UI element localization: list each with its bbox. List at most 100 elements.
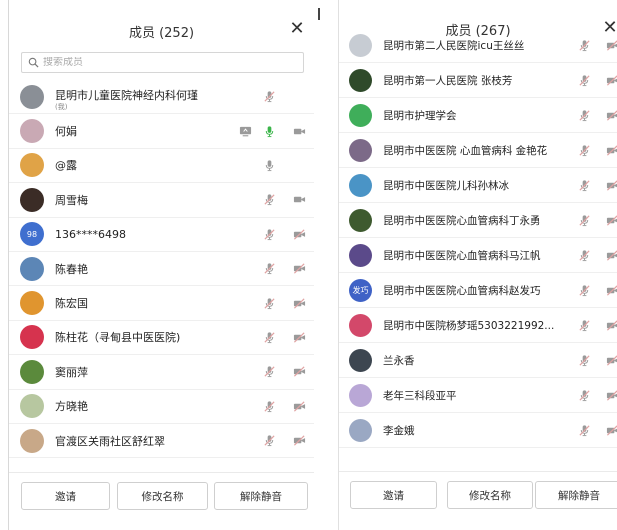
camera-off-icon[interactable] bbox=[292, 399, 306, 413]
mic-muted-icon[interactable] bbox=[262, 330, 276, 344]
member-row[interactable]: 陈柱花（寻甸县中医医院) bbox=[9, 321, 314, 356]
mic-muted-icon[interactable] bbox=[577, 108, 591, 122]
member-row[interactable]: 方晓艳 bbox=[9, 390, 314, 424]
panel-header: 成员 (252) ✕ bbox=[9, 0, 314, 48]
mic-muted-icon[interactable] bbox=[262, 90, 276, 104]
camera-off-icon[interactable] bbox=[292, 330, 306, 344]
member-row[interactable]: 发巧 昆明市中医医院心血管病科赵发巧 bbox=[339, 273, 617, 308]
member-row[interactable]: 陈宏国 bbox=[9, 286, 314, 321]
mic-muted-icon[interactable] bbox=[577, 38, 591, 52]
camera-off-icon[interactable] bbox=[605, 143, 617, 157]
invite-button[interactable]: 邀请 bbox=[350, 481, 437, 509]
camera-off-icon[interactable] bbox=[605, 178, 617, 192]
rename-button[interactable]: 修改名称 bbox=[117, 482, 208, 510]
camera-off-icon[interactable] bbox=[292, 227, 306, 241]
camera-off-icon[interactable] bbox=[292, 262, 306, 276]
mic-muted-icon[interactable] bbox=[577, 423, 591, 437]
avatar bbox=[349, 33, 372, 57]
member-row[interactable]: 陈春艳 bbox=[9, 252, 314, 287]
member-name: 方晓艳 bbox=[55, 400, 88, 414]
mic-muted-icon[interactable] bbox=[577, 388, 591, 402]
member-row[interactable]: 周雪梅 bbox=[9, 183, 314, 218]
mic-muted-icon[interactable] bbox=[262, 193, 276, 207]
panel-title: 成员 (252) bbox=[128, 26, 195, 41]
mic-muted-icon[interactable] bbox=[577, 73, 591, 87]
member-row[interactable]: 老年三科段亚平 bbox=[339, 378, 617, 413]
search-icon bbox=[28, 57, 39, 68]
mic-muted-icon[interactable] bbox=[262, 365, 276, 379]
member-row[interactable]: 昆明市中医医院心血管病科马江帆 bbox=[339, 238, 617, 273]
camera-off-icon[interactable] bbox=[605, 388, 617, 402]
member-list: 昆明市第二人民医院icu王丝丝 昆明市第一人民医院 张枝芳 昆明市护理学会 昆明市中医… bbox=[339, 28, 617, 471]
member-name: 陈春艳 bbox=[55, 262, 88, 276]
avatar bbox=[349, 103, 372, 127]
member-row[interactable]: 昆明市儿童医院神经内科何瑾 (我) bbox=[9, 80, 314, 115]
mic-muted-icon[interactable] bbox=[577, 318, 591, 332]
camera-icon[interactable] bbox=[292, 124, 306, 138]
member-name: 官渡区关雨社区舒红翠 bbox=[55, 434, 165, 448]
camera-off-icon[interactable] bbox=[292, 296, 306, 310]
camera-off-icon[interactable] bbox=[605, 423, 617, 437]
camera-icon[interactable] bbox=[292, 193, 306, 207]
unmute-all-button[interactable]: 解除静音 bbox=[535, 481, 617, 509]
avatar bbox=[349, 383, 372, 407]
microphone-icon[interactable] bbox=[262, 158, 276, 172]
member-row[interactable]: 昆明市护理学会 bbox=[339, 98, 617, 133]
member-name: 昆明市中医医院心血管病科马江帆 bbox=[383, 249, 541, 262]
member-name: 昆明市中医医院心血管病科丁永勇 bbox=[383, 214, 541, 227]
member-name: 136****6498 bbox=[55, 227, 126, 241]
mic-muted-icon[interactable] bbox=[262, 296, 276, 310]
member-row[interactable]: 何娟 bbox=[9, 114, 314, 149]
member-row[interactable]: 昆明市中医医院儿科孙林冰 bbox=[339, 168, 617, 203]
mic-muted-icon[interactable] bbox=[262, 227, 276, 241]
avatar bbox=[20, 394, 44, 419]
mic-muted-icon[interactable] bbox=[262, 399, 276, 413]
avatar: 98 bbox=[20, 222, 44, 247]
camera-off-icon[interactable] bbox=[605, 283, 617, 297]
member-row[interactable]: 98 136****6498 bbox=[9, 218, 314, 252]
close-icon[interactable]: ✕ bbox=[286, 18, 308, 40]
member-row[interactable]: 官渡区关雨社区舒红翠 bbox=[9, 424, 314, 459]
avatar bbox=[349, 313, 372, 337]
member-row[interactable]: 李金娥 bbox=[339, 413, 617, 448]
search-input[interactable] bbox=[43, 57, 263, 68]
mic-muted-icon[interactable] bbox=[577, 248, 591, 262]
member-row[interactable]: 昆明市中医医院 心血管病科 金艳花 bbox=[339, 133, 617, 168]
member-name: 兰永香 bbox=[383, 354, 415, 367]
member-name: 李金娥 bbox=[383, 424, 415, 437]
member-row[interactable]: @露 bbox=[9, 149, 314, 184]
camera-off-icon[interactable] bbox=[605, 353, 617, 367]
member-row[interactable]: 昆明市第二人民医院icu王丝丝 bbox=[339, 28, 617, 63]
footer-bar: 邀请 修改名称 解除静音 bbox=[339, 471, 617, 529]
member-name: 周雪梅 bbox=[55, 193, 88, 207]
member-name: 窦丽萍 bbox=[55, 365, 88, 379]
mic-muted-icon[interactable] bbox=[577, 178, 591, 192]
camera-off-icon[interactable] bbox=[605, 248, 617, 262]
rename-button[interactable]: 修改名称 bbox=[447, 481, 533, 509]
search-box[interactable] bbox=[21, 52, 304, 73]
member-name: 昆明市中医院杨梦瑶5303221992... bbox=[383, 319, 555, 332]
invite-button[interactable]: 邀请 bbox=[21, 482, 110, 510]
mic-muted-icon[interactable] bbox=[262, 262, 276, 276]
camera-off-icon[interactable] bbox=[292, 434, 306, 448]
member-row[interactable]: 窦丽萍 bbox=[9, 355, 314, 390]
unmute-all-button[interactable]: 解除静音 bbox=[214, 482, 308, 510]
mic-muted-icon[interactable] bbox=[577, 143, 591, 157]
mic-muted-icon[interactable] bbox=[577, 283, 591, 297]
microphone-icon[interactable] bbox=[262, 124, 276, 138]
mic-muted-icon[interactable] bbox=[577, 213, 591, 227]
member-row[interactable]: 昆明市中医院杨梦瑶5303221992... bbox=[339, 308, 617, 343]
camera-off-icon[interactable] bbox=[605, 73, 617, 87]
camera-off-icon[interactable] bbox=[605, 38, 617, 52]
camera-off-icon[interactable] bbox=[605, 108, 617, 122]
avatar bbox=[349, 208, 372, 232]
member-row[interactable]: 昆明市中医医院心血管病科丁永勇 bbox=[339, 203, 617, 238]
screen-share-icon[interactable] bbox=[238, 124, 252, 138]
member-row[interactable]: 兰永香 bbox=[339, 343, 617, 378]
mic-muted-icon[interactable] bbox=[577, 353, 591, 367]
camera-off-icon[interactable] bbox=[605, 213, 617, 227]
member-row[interactable]: 昆明市第一人民医院 张枝芳 bbox=[339, 63, 617, 98]
camera-off-icon[interactable] bbox=[605, 318, 617, 332]
camera-off-icon[interactable] bbox=[292, 365, 306, 379]
mic-muted-icon[interactable] bbox=[262, 434, 276, 448]
